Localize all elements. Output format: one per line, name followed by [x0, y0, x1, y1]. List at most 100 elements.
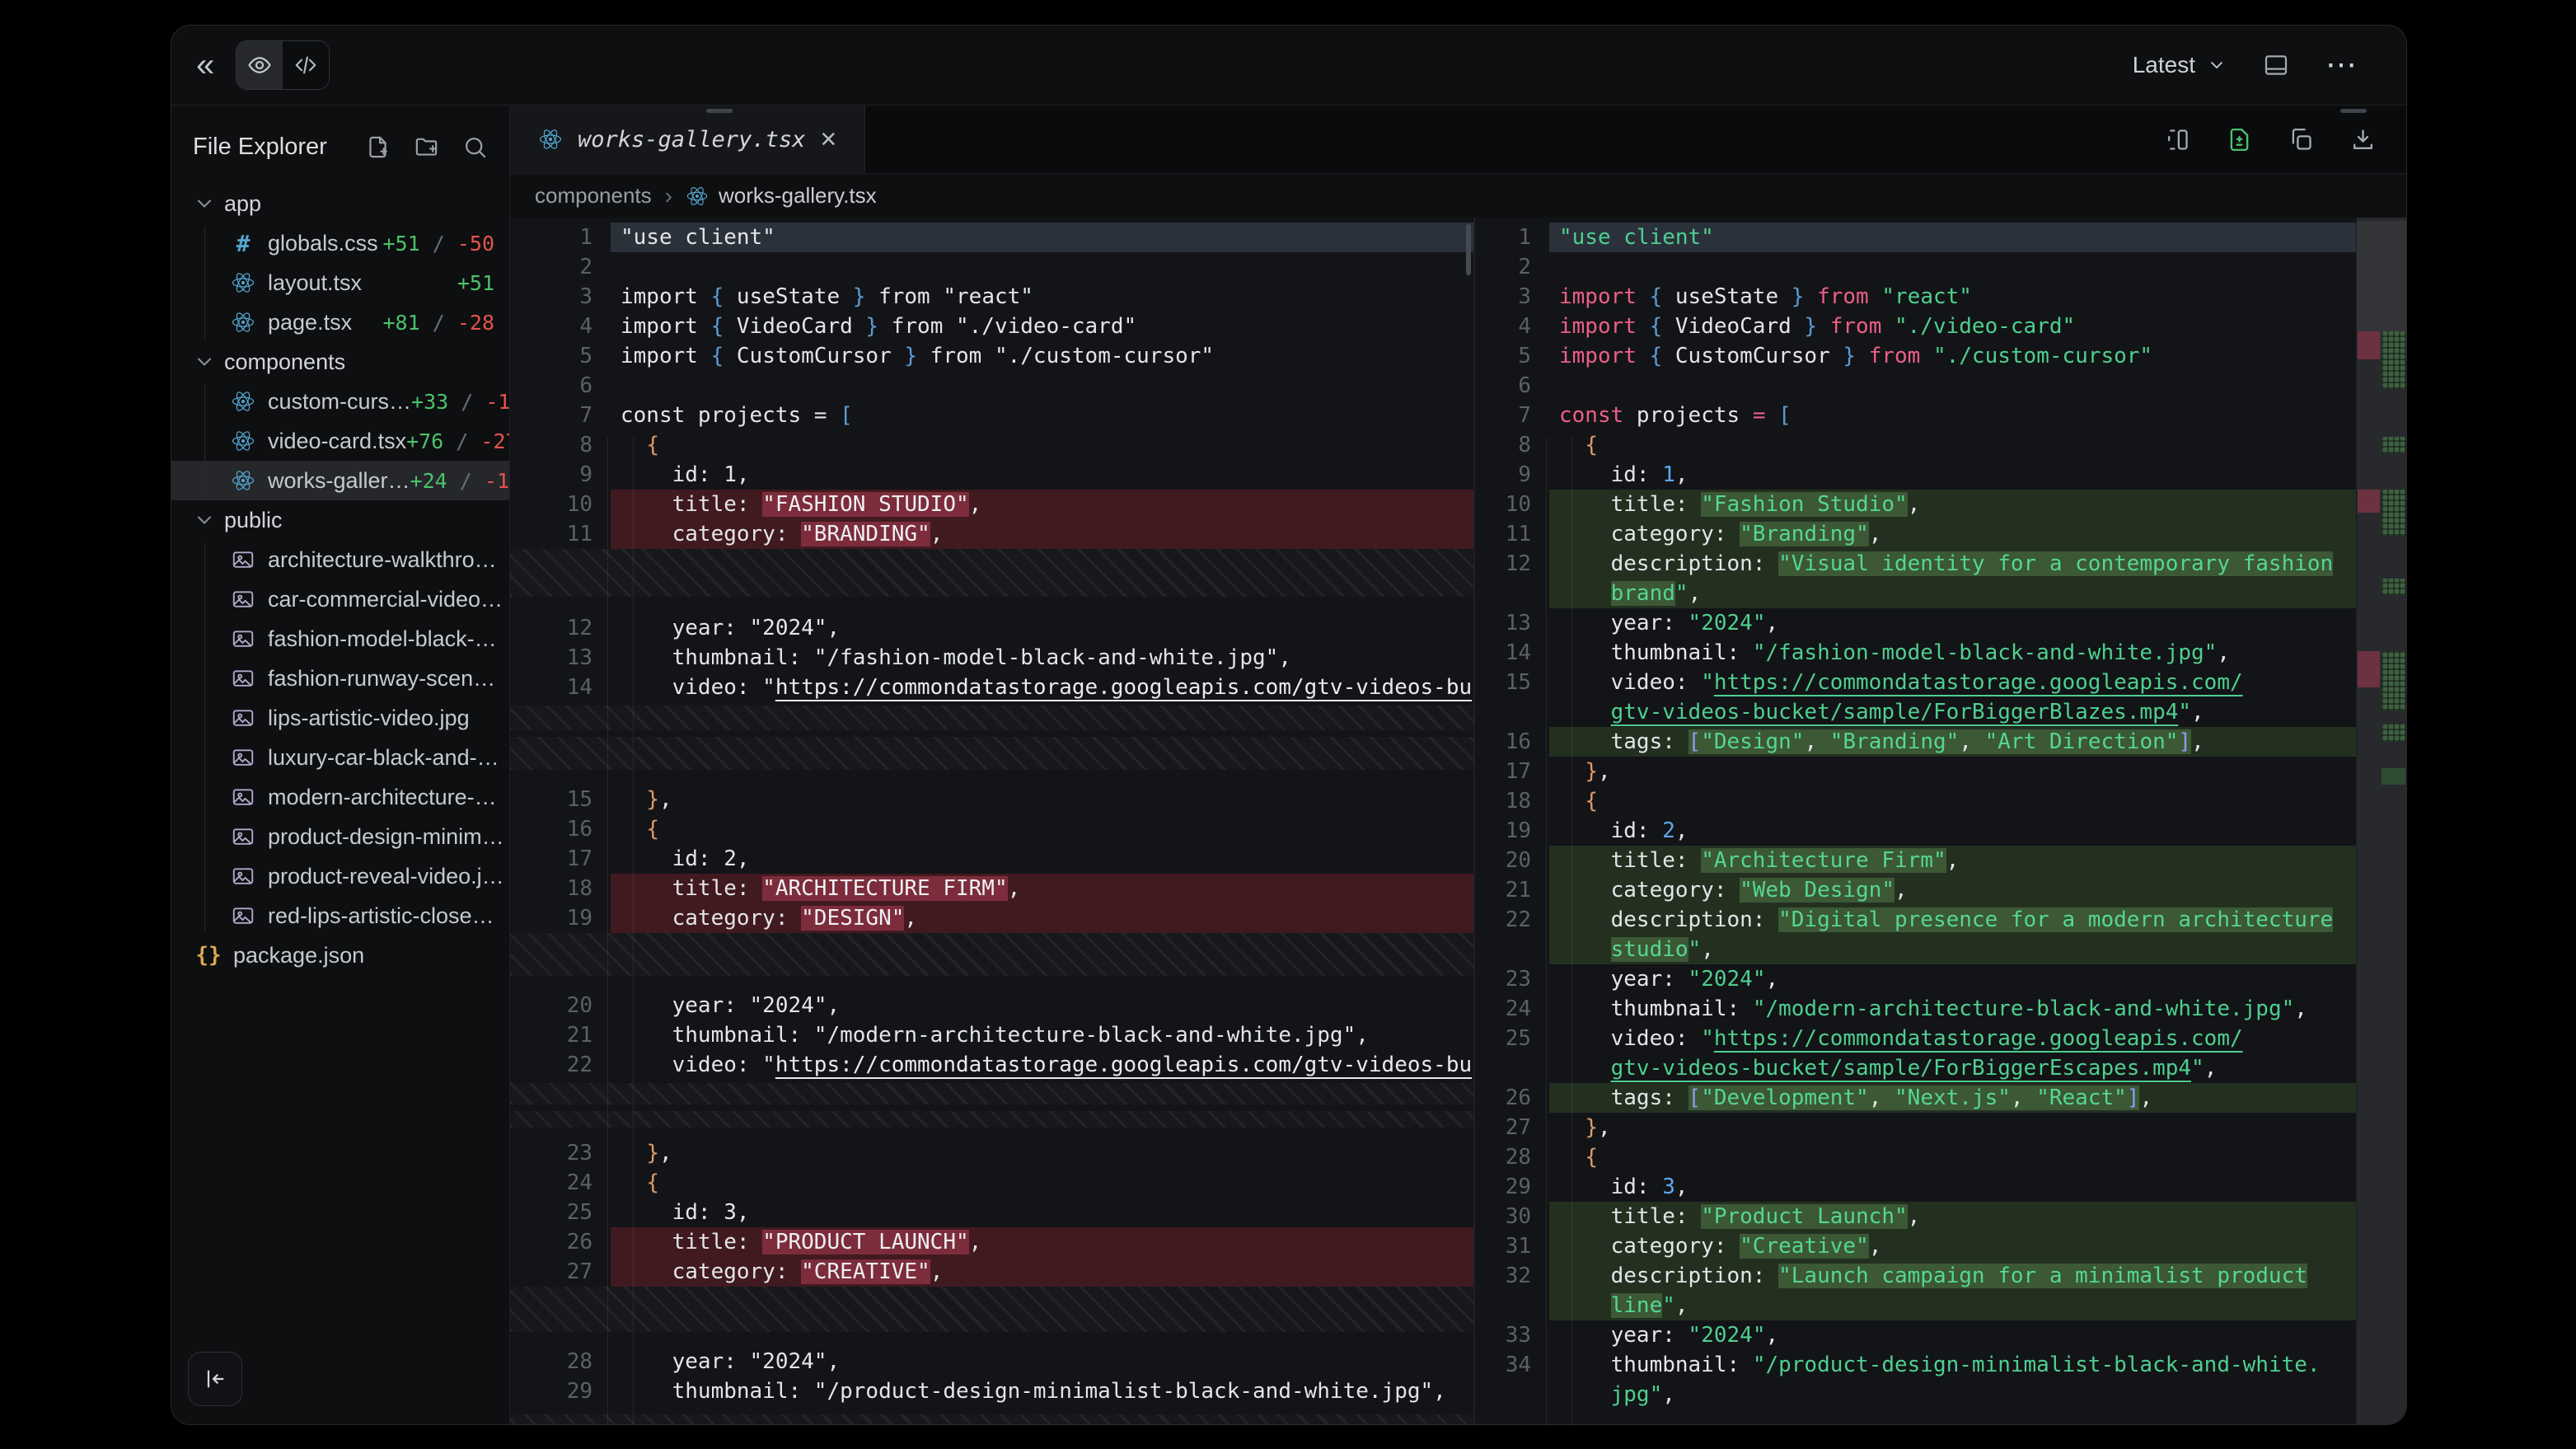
- code-line[interactable]: 20 year: "2024",: [510, 991, 1473, 1020]
- code-line[interactable]: 13 thumbnail: "/fashion-model-black-and-…: [510, 643, 1473, 673]
- code-line[interactable]: 1"use client": [510, 223, 1473, 252]
- code-line[interactable]: 12 year: "2024",: [510, 613, 1473, 643]
- panel-bottom-icon[interactable]: [2263, 52, 2289, 78]
- tree-file-package.json[interactable]: {}package.json: [171, 936, 509, 975]
- tree-file-works-galler-[interactable]: works-galler…+24 / -13: [171, 461, 509, 500]
- tree-file-fashion-runway-scen-[interactable]: fashion-runway-scen…: [171, 659, 509, 698]
- code-line[interactable]: 22 video: "https://commondatastorage.goo…: [510, 1050, 1473, 1080]
- code-line[interactable]: 7const projects = [: [510, 401, 1473, 430]
- code-line[interactable]: 30 title: "Product Launch",: [1475, 1202, 2356, 1231]
- code-line[interactable]: 26 tags: ["Development", "Next.js", "Rea…: [1475, 1083, 2356, 1113]
- code-line[interactable]: 8 {: [1475, 430, 2356, 460]
- code-line[interactable]: 28 {: [1475, 1142, 2356, 1172]
- code-line[interactable]: 25 id: 3,: [510, 1198, 1473, 1227]
- tree-file-red-lips-artistic-close-[interactable]: red-lips-artistic-close…: [171, 896, 509, 936]
- diff-overview-ruler[interactable]: [2356, 218, 2406, 1424]
- code-line[interactable]: 1"use client": [1475, 223, 2356, 252]
- file-diff-icon[interactable]: [2226, 126, 2253, 153]
- code-line[interactable]: 18 {: [1475, 786, 2356, 816]
- code-line[interactable]: 19 id: 2,: [1475, 816, 2356, 846]
- code-line[interactable]: 18 title: "ARCHITECTURE FIRM",: [510, 874, 1473, 903]
- code-line[interactable]: 9 id: 1,: [1475, 460, 2356, 490]
- collapse-panel-icon[interactable]: «: [196, 49, 214, 82]
- tree-file-luxury-car-black-and-[interactable]: luxury-car-black-and-…: [171, 738, 509, 777]
- tree-file-product-design-minim-[interactable]: product-design-minim…: [171, 817, 509, 856]
- diff-pane-original[interactable]: 1"use client"23import { useState } from …: [510, 218, 1475, 1424]
- code-line[interactable]: 17 },: [1475, 757, 2356, 786]
- code-line[interactable]: brand",: [1475, 579, 2356, 608]
- new-file-icon[interactable]: [365, 134, 391, 160]
- code-line[interactable]: 6: [510, 371, 1473, 401]
- tree-folder-components[interactable]: components: [171, 342, 509, 382]
- code-line[interactable]: gtv-videos-bucket/sample/ForBiggerBlazes…: [1475, 697, 2356, 727]
- code-line[interactable]: 14 thumbnail: "/fashion-model-black-and-…: [1475, 638, 2356, 668]
- code-line[interactable]: 20 title: "Architecture Firm",: [1475, 846, 2356, 875]
- breadcrumb-file[interactable]: works-gallery.tsx: [686, 183, 877, 209]
- tree-folder-app[interactable]: app: [171, 184, 509, 223]
- tree-file-architecture-walkthro-[interactable]: architecture-walkthro…: [171, 540, 509, 579]
- code-line[interactable]: 3import { useState } from "react": [510, 282, 1473, 312]
- code-line[interactable]: 17 id: 2,: [510, 844, 1473, 874]
- code-line[interactable]: 23 year: "2024",: [1475, 964, 2356, 994]
- code-line[interactable]: 4import { VideoCard } from "./video-card…: [510, 312, 1473, 341]
- code-line[interactable]: 22 description: "Digital presence for a …: [1475, 905, 2356, 935]
- code-line[interactable]: 14 video: "https://commondatastorage.goo…: [510, 673, 1473, 702]
- tree-folder-public[interactable]: public: [171, 500, 509, 540]
- tree-file-page.tsx[interactable]: page.tsx+81 / -28: [171, 302, 509, 342]
- editor-scroll-thumb[interactable]: [2340, 109, 2367, 113]
- code-line[interactable]: gtv-videos-bucket/sample/ForBiggerEscape…: [1475, 1053, 2356, 1083]
- split-view-icon[interactable]: [2164, 126, 2191, 153]
- code-line[interactable]: 2: [1475, 252, 2356, 282]
- tab-close-icon[interactable]: ×: [820, 127, 836, 152]
- scrollbar-thumb[interactable]: [1466, 224, 1471, 275]
- code-line[interactable]: 24 thumbnail: "/modern-architecture-blac…: [1475, 994, 2356, 1024]
- tree-file-layout.tsx[interactable]: layout.tsx+51: [171, 263, 509, 302]
- preview-toggle-button[interactable]: [237, 41, 283, 89]
- code-line[interactable]: 32 description: "Launch campaign for a m…: [1475, 1261, 2356, 1291]
- code-line[interactable]: 29 id: 3,: [1475, 1172, 2356, 1202]
- code-line[interactable]: 19 category: "DESIGN",: [510, 903, 1473, 933]
- code-line[interactable]: 10 title: "FASHION STUDIO",: [510, 490, 1473, 519]
- tab-works-gallery[interactable]: works-gallery.tsx ×: [510, 106, 865, 173]
- code-line[interactable]: 27 },: [1475, 1113, 2356, 1142]
- tree-file-custom-curs-[interactable]: custom-curs…+33 / -12: [171, 382, 509, 421]
- tree-file-fashion-model-black-[interactable]: fashion-model-black-…: [171, 619, 509, 659]
- code-line[interactable]: 24 {: [510, 1168, 1473, 1198]
- code-line[interactable]: 5import { CustomCursor } from "./custom-…: [1475, 341, 2356, 371]
- search-icon[interactable]: [462, 134, 488, 160]
- code-line[interactable]: 27 category: "CREATIVE",: [510, 1257, 1473, 1287]
- tree-file-modern-architecture-[interactable]: modern-architecture-…: [171, 777, 509, 817]
- diff-pane-modified[interactable]: 1"use client"23import { useState } from …: [1475, 218, 2406, 1424]
- code-line[interactable]: 11 category: "Branding",: [1475, 519, 2356, 549]
- download-icon[interactable]: [2349, 126, 2377, 153]
- breadcrumb-folder[interactable]: components: [535, 183, 652, 209]
- tree-file-lips-artistic-video.jpg[interactable]: lips-artistic-video.jpg: [171, 698, 509, 738]
- copy-icon[interactable]: [2288, 126, 2315, 153]
- code-line[interactable]: 16 tags: ["Design", "Branding", "Art Dir…: [1475, 727, 2356, 757]
- tree-file-video-card.tsx[interactable]: video-card.tsx+76 / -27: [171, 421, 509, 461]
- code-line[interactable]: 25 video: "https://commondatastorage.goo…: [1475, 1024, 2356, 1053]
- version-dropdown[interactable]: Latest: [2133, 52, 2227, 78]
- code-line[interactable]: 11 category: "BRANDING",: [510, 519, 1473, 549]
- more-menu-icon[interactable]: ⋯: [2325, 53, 2358, 77]
- code-line[interactable]: jpg",: [1475, 1380, 2356, 1409]
- code-line[interactable]: 21 thumbnail: "/modern-architecture-blac…: [510, 1020, 1473, 1050]
- code-line[interactable]: 15 video: "https://commondatastorage.goo…: [1475, 668, 2356, 697]
- new-folder-icon[interactable]: [414, 134, 439, 160]
- code-line[interactable]: 7const projects = [: [1475, 401, 2356, 430]
- tab-scroll-thumb[interactable]: [706, 109, 733, 113]
- code-line[interactable]: 2: [510, 252, 1473, 282]
- tree-file-car-commercial-video-[interactable]: car-commercial-video…: [171, 579, 509, 619]
- code-line[interactable]: 23 },: [510, 1138, 1473, 1168]
- code-toggle-button[interactable]: [283, 41, 329, 89]
- code-line[interactable]: 31 category: "Creative",: [1475, 1231, 2356, 1261]
- code-line[interactable]: 33 year: "2024",: [1475, 1320, 2356, 1350]
- code-line[interactable]: 28 year: "2024",: [510, 1347, 1473, 1376]
- code-line[interactable]: 15 },: [510, 785, 1473, 814]
- code-line[interactable]: 21 category: "Web Design",: [1475, 875, 2356, 905]
- code-line[interactable]: 5import { CustomCursor } from "./custom-…: [510, 341, 1473, 371]
- tree-file-globals.css[interactable]: #globals.css+51 / -50: [171, 223, 509, 263]
- code-line[interactable]: 26 title: "PRODUCT LAUNCH",: [510, 1227, 1473, 1257]
- code-line[interactable]: 3import { useState } from "react": [1475, 282, 2356, 312]
- code-line[interactable]: 8 {: [510, 430, 1473, 460]
